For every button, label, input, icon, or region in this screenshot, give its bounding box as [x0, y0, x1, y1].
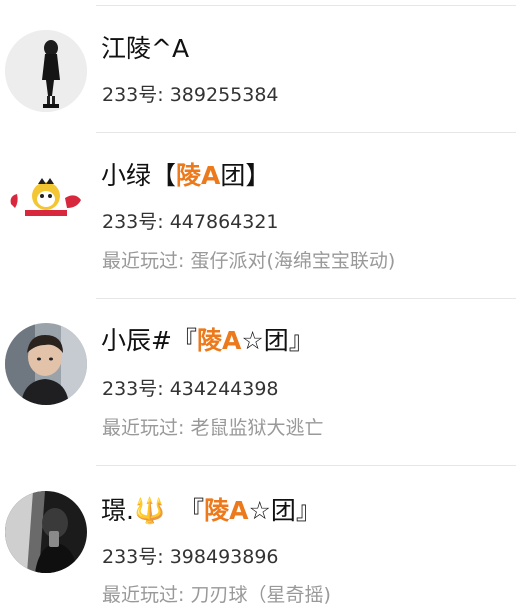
recent-played: 最近玩过: 老鼠监狱大逃亡 [102, 416, 323, 440]
id-value: 434244398 [169, 378, 279, 400]
contact-id: 233号: 434244398 [102, 377, 279, 401]
trident-icon: 🔱 [133, 496, 166, 525]
list-item[interactable]: 小辰#『陵A☆团』 233号: 434244398 最近玩过: 老鼠监狱大逃亡 [0, 299, 516, 466]
contact-name: 璟.🔱 『陵A☆团』 [101, 496, 321, 525]
recent-game: 蛋仔派对(海绵宝宝联动) [190, 250, 396, 272]
contact-name: 小辰#『陵A☆团』 [101, 326, 314, 355]
recent-played: 最近玩过: 蛋仔派对(海绵宝宝联动) [102, 249, 395, 273]
recent-game: 老鼠监狱大逃亡 [190, 417, 324, 439]
contact-id: 233号: 389255384 [102, 83, 279, 107]
recent-label: 最近玩过: [102, 584, 191, 606]
friend-list: 江陵^A 233号: 389255384 小绿【陵A团】 233号: 44786… [0, 0, 516, 609]
recent-label: 最近玩过: [102, 250, 191, 272]
id-value: 389255384 [169, 84, 279, 106]
avatar[interactable] [5, 323, 87, 405]
list-item[interactable]: 璟.🔱 『陵A☆团』 233号: 398493896 最近玩过: 刀刃球（星奇摇) [0, 466, 516, 609]
contact-name: 江陵^A [101, 34, 190, 63]
list-item[interactable]: 江陵^A 233号: 389255384 [0, 6, 516, 133]
team-tag: 陵A [176, 161, 221, 190]
avatar[interactable] [5, 30, 87, 112]
avatar[interactable] [5, 156, 87, 238]
avatar-panda-sticker-icon [5, 156, 87, 238]
recent-label: 最近玩过: [102, 417, 191, 439]
id-label: 233号: [102, 211, 170, 233]
id-value: 447864321 [169, 211, 279, 233]
id-label: 233号: [102, 84, 170, 106]
avatar-dark-photo-icon [5, 491, 87, 573]
team-tag: 陵A [196, 326, 242, 355]
team-tag: 陵A [204, 496, 249, 525]
list-item[interactable]: 小绿【陵A团】 233号: 447864321 最近玩过: 蛋仔派对(海绵宝宝联… [0, 133, 516, 299]
contact-id: 233号: 447864321 [102, 210, 279, 234]
avatar-photo-person-icon [5, 323, 87, 405]
id-label: 233号: [102, 378, 170, 400]
id-label: 233号: [102, 546, 170, 568]
contact-id: 233号: 398493896 [102, 545, 279, 569]
recent-game: 刀刃球（星奇摇) [190, 584, 331, 606]
recent-played: 最近玩过: 刀刃球（星奇摇) [102, 583, 331, 607]
contact-name: 小绿【陵A团】 [101, 161, 271, 190]
avatar[interactable] [5, 491, 87, 573]
id-value: 398493896 [169, 546, 279, 568]
avatar-figure-standing-icon [5, 30, 87, 112]
